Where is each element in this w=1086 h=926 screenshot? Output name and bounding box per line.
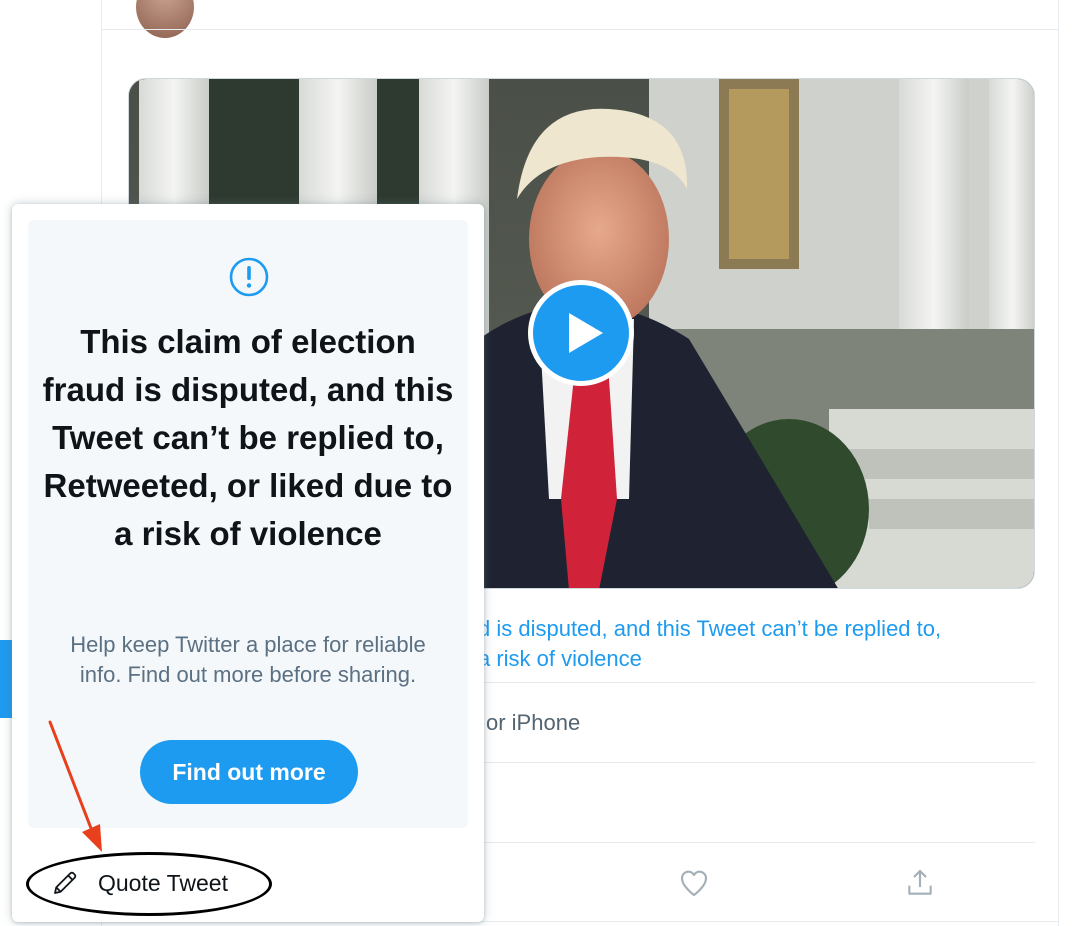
like-button[interactable] [676, 865, 712, 901]
quote-tweet-menu-item[interactable]: Quote Tweet [28, 846, 468, 918]
find-out-more-button[interactable]: Find out more [140, 740, 358, 804]
tweet-source[interactable]: or iPhone [486, 708, 580, 738]
heart-icon [680, 870, 708, 897]
notice-title: This claim of election fraud is disputed… [42, 323, 454, 552]
notice-body: Help keep Twitter a place for reliable i… [70, 632, 426, 687]
avatar[interactable] [136, 0, 194, 38]
exclamation-circle-icon [229, 257, 269, 297]
play-button[interactable] [528, 280, 634, 386]
notice-box: This claim of election fraud is disputed… [28, 220, 468, 828]
quote-tweet-label: Quote Tweet [98, 870, 228, 896]
pencil-icon [54, 871, 77, 894]
label-line-1[interactable]: d is disputed, and this Tweet can’t be r… [478, 614, 941, 644]
share-button[interactable] [902, 865, 938, 901]
nav-tweet-button-edge[interactable] [0, 640, 12, 718]
label-line-2[interactable]: a risk of violence [478, 644, 642, 674]
disputed-claim-popup: This claim of election fraud is disputed… [12, 204, 484, 922]
page: d is disputed, and this Tweet can’t be r… [0, 0, 1086, 926]
play-icon [569, 313, 603, 353]
divider [102, 29, 1058, 30]
share-icon [908, 869, 932, 895]
